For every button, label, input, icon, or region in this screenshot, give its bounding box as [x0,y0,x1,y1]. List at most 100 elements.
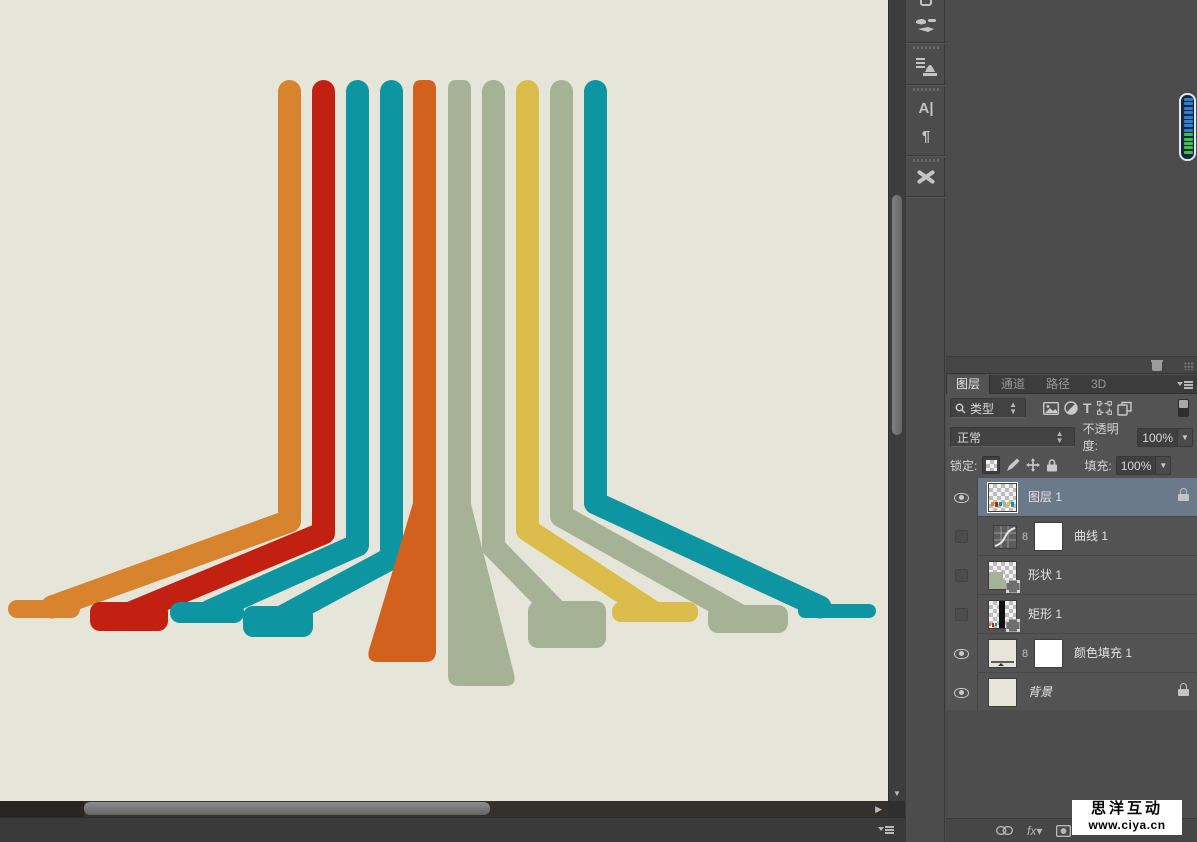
blend-mode-row: 正常 ▲▼ 不透明度: 100% ▼ [946,425,1197,449]
character-panel-icon[interactable]: A| [909,96,943,120]
layer-row-background[interactable]: 背景 [946,673,1197,712]
layer-row-colorfill1[interactable]: 8 颜色填充 1 [946,634,1197,673]
panel-tabbar: 图层 通道 路径 3D [946,375,1197,394]
layer-row-rect1[interactable]: 矩形 1 [946,595,1197,634]
layer-name[interactable]: 矩形 1 [1028,595,1062,634]
visibility-toggle[interactable] [946,478,978,517]
blend-mode-select[interactable]: 正常 ▲▼ [950,427,1075,447]
vector-mask-badge-icon [1006,619,1020,632]
filter-smart-objects-icon[interactable] [1117,401,1132,416]
visibility-toggle[interactable] [946,595,978,634]
scroll-right-arrow-icon[interactable]: ▶ [875,804,882,814]
tab-layers[interactable]: 图层 [946,375,990,394]
fill-value[interactable]: 100% [1116,456,1157,475]
hidden-eye-box [955,530,968,543]
stripe-feet [8,600,876,648]
lock-badge-icon [1178,686,1189,696]
filter-kind-select[interactable]: 类型 ▲▼ [950,398,1026,418]
document-canvas[interactable] [0,0,888,801]
opacity-value[interactable]: 100% [1137,428,1178,447]
curves-adjustment-icon[interactable] [993,525,1017,549]
vertical-scrollbar[interactable]: ▼ [888,0,905,801]
layers-panel: 图层 通道 路径 3D 类型 ▲▼ T [946,375,1197,842]
dock-grip[interactable] [913,46,939,49]
watermark-title: 思洋互动 [1072,800,1182,818]
tab-3d[interactable]: 3D [1082,375,1115,394]
delete-icon[interactable] [1151,360,1163,371]
lock-row: 锁定: 填充: 100% ▼ [946,453,1197,477]
watermark-url: www.ciya.cn [1072,818,1182,832]
layer-thumbnail[interactable] [988,678,1017,707]
visibility-toggle[interactable] [946,517,978,556]
eye-icon [954,649,969,659]
lock-transparency-button[interactable] [982,456,1000,474]
fill-dropdown-icon[interactable]: ▼ [1156,456,1171,475]
scroll-down-arrow-icon[interactable]: ▼ [891,789,903,799]
layer-mask-thumbnail[interactable] [1034,522,1063,551]
eye-icon [954,493,969,503]
dock-grip[interactable] [913,88,939,91]
layer-style-icon[interactable]: fx▾ [1027,824,1042,838]
fill-label: 填充: [1084,457,1111,474]
layer-row-layer1[interactable]: 图层 1 [946,478,1197,517]
opacity-dropdown-icon[interactable]: ▼ [1178,428,1193,447]
filter-type-layers-icon[interactable]: T [1083,400,1092,416]
progress-indicator-widget [1179,93,1196,161]
filter-kind-label: 类型 [970,400,994,417]
vertical-scrollbar-thumb[interactable] [892,195,902,435]
opacity-label: 不透明度: [1083,420,1134,454]
resize-grip-icon[interactable] [1184,362,1194,370]
lock-pixels-button[interactable] [1006,458,1020,472]
search-icon [955,403,966,414]
fill-layer-thumbnail[interactable] [988,639,1017,668]
horizontal-scrollbar[interactable]: ▶ [0,801,888,817]
paragraph-panel-icon[interactable]: ¶ [909,124,943,148]
visibility-toggle[interactable] [946,556,978,595]
filter-pixel-layers-icon[interactable] [1043,402,1059,415]
layer-mask-thumbnail[interactable] [1034,639,1063,668]
layer-filter-row: 类型 ▲▼ T [946,397,1197,419]
horizontal-scrollbar-thumb[interactable] [84,802,490,815]
stripe-1 [52,92,290,608]
tab-paths[interactable]: 路径 [1037,375,1079,394]
layer-name[interactable]: 曲线 1 [1074,517,1108,556]
filter-shape-layers-icon[interactable] [1097,401,1112,415]
mask-link-icon[interactable]: 8 [1020,530,1030,544]
upper-panel-footer [946,356,1197,374]
filter-adjustment-layers-icon[interactable] [1064,401,1078,415]
horizontal-scrollbar-track[interactable] [0,801,84,817]
lock-position-button[interactable] [1026,458,1040,472]
add-mask-icon[interactable] [1056,825,1071,837]
visibility-toggle[interactable] [946,634,978,673]
stripes-artwork [0,0,888,801]
visibility-toggle[interactable] [946,673,978,712]
status-bar-menu-icon[interactable] [878,825,894,835]
layer-name[interactable]: 图层 1 [1028,478,1062,517]
clone-source-icon[interactable] [909,54,943,80]
layer-name[interactable]: 背景 [1028,673,1052,712]
panel-dock-strip: A| ¶ [905,0,945,842]
tab-channels[interactable]: 通道 [992,375,1034,394]
vector-mask-badge-icon [1006,580,1020,593]
layer-row-curves1[interactable]: 8 曲线 1 [946,517,1197,556]
panel-menu-icon[interactable] [1177,380,1193,390]
brush-presets-icon[interactable] [909,12,943,38]
layer-thumbnail[interactable] [988,600,1017,629]
updown-arrows-icon: ▲▼ [1005,401,1021,415]
layer-thumbnail[interactable] [988,483,1017,512]
panel-partial-icon[interactable] [909,0,943,8]
layer-thumbnail[interactable] [988,561,1017,590]
updown-arrows-icon: ▲▼ [1052,430,1068,444]
link-layers-icon[interactable] [996,826,1013,835]
dock-grip[interactable] [913,159,939,162]
layer-name[interactable]: 形状 1 [1028,556,1062,595]
lock-all-button[interactable] [1046,459,1058,472]
hidden-eye-box [955,608,968,621]
filtering-toggle[interactable] [1178,399,1189,417]
layer-name[interactable]: 颜色填充 1 [1074,634,1132,673]
canvas-status-bar [0,817,905,842]
layer-row-shape1[interactable]: 形状 1 [946,556,1197,595]
tool-presets-icon[interactable] [909,164,943,190]
eye-icon [954,688,969,698]
mask-link-icon[interactable]: 8 [1020,647,1030,661]
